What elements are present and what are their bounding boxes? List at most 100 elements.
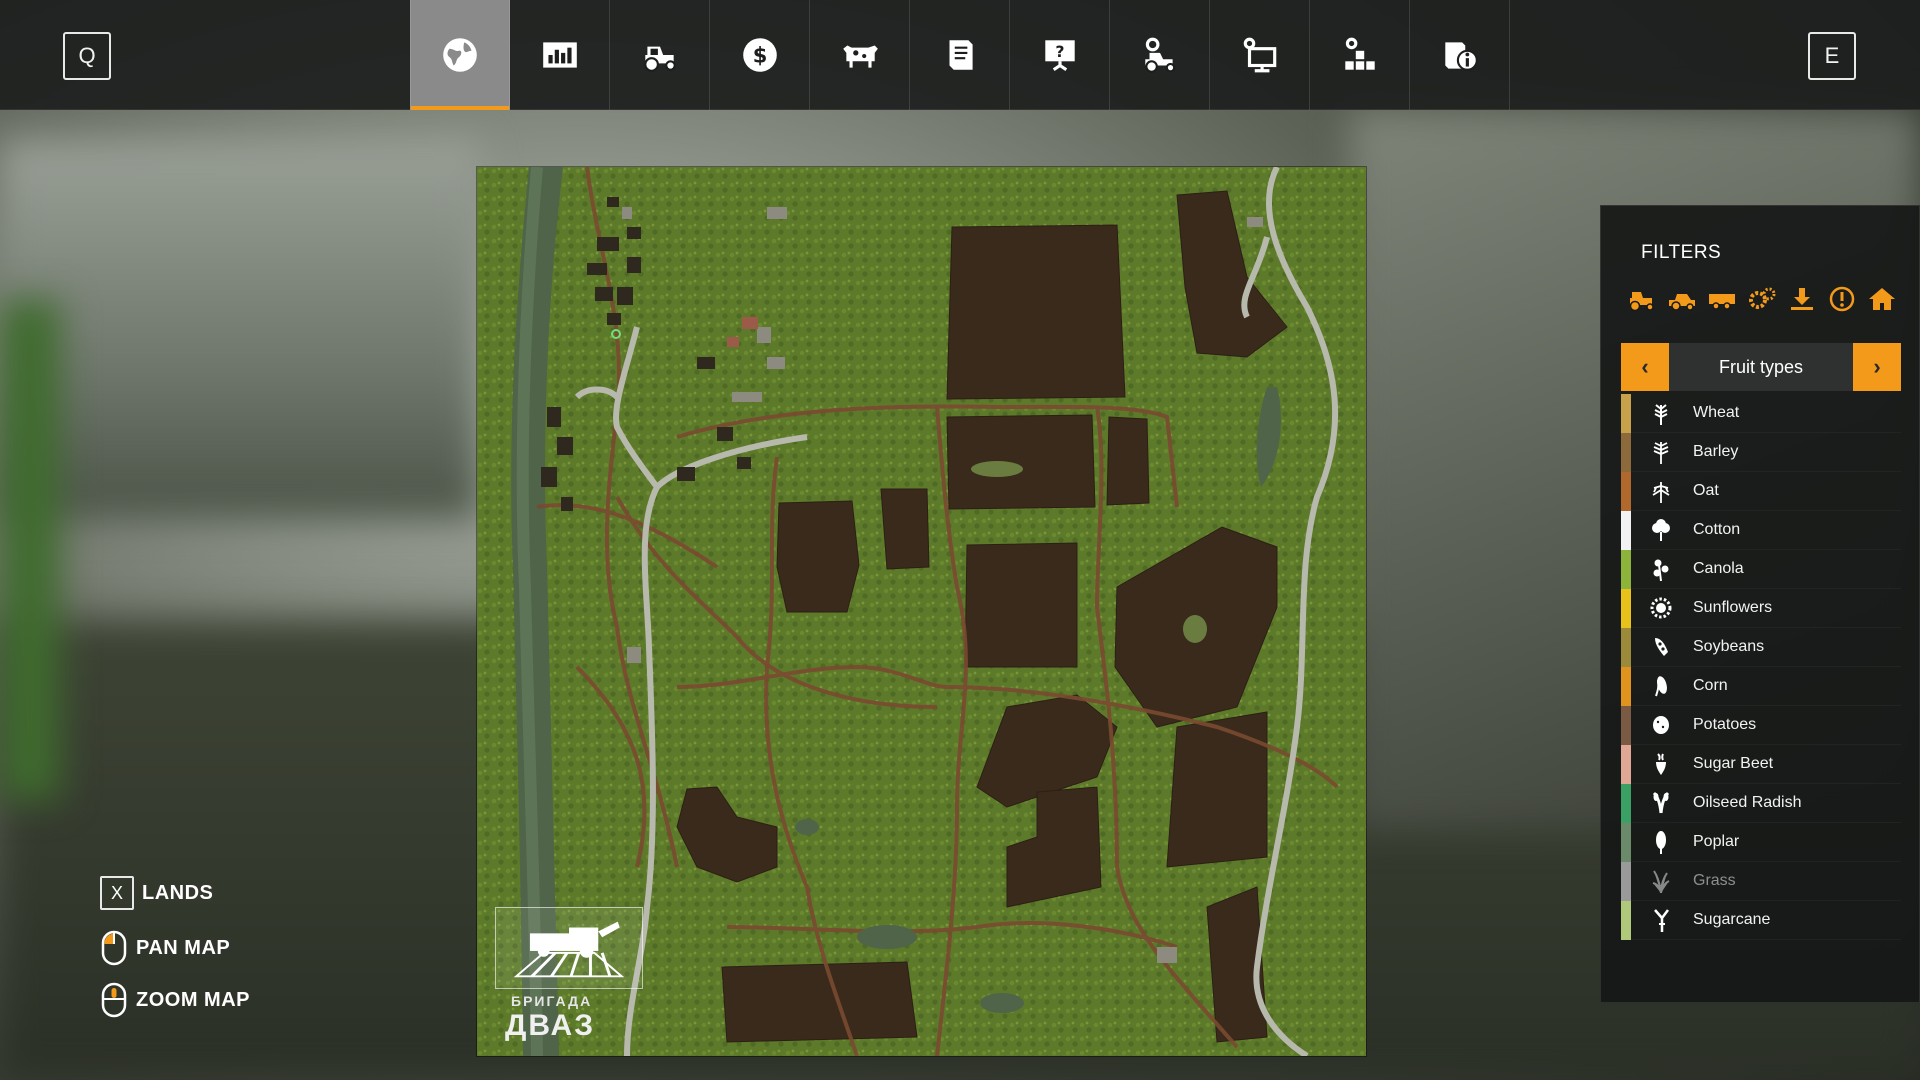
tab-vehicle-settings[interactable] [1110, 0, 1210, 110]
list-item[interactable]: Grass [1621, 861, 1901, 901]
top-navigation-bar: Q $ ? E [0, 0, 1920, 110]
color-swatch [1621, 705, 1631, 745]
background-barn-left [0, 140, 480, 520]
sugarcane-icon [1649, 908, 1673, 932]
color-swatch [1621, 432, 1631, 472]
cow-icon [842, 45, 878, 68]
filter-tractor[interactable] [1625, 284, 1659, 314]
farm-map[interactable]: БРИГАДА ДВАЗ [477, 167, 1366, 1056]
list-item[interactable]: Potatoes [1621, 705, 1901, 745]
tools-icon [1749, 287, 1776, 309]
wheat-icon [1649, 401, 1673, 425]
computer-settings-icon [1243, 37, 1276, 73]
list-item[interactable]: Sugar Beet [1621, 744, 1901, 784]
filter-tools[interactable] [1745, 284, 1779, 314]
list-item[interactable]: Oilseed Radish [1621, 783, 1901, 823]
svg-text:$: $ [752, 43, 767, 67]
list-item[interactable]: Sugarcane [1621, 900, 1901, 940]
field [946, 224, 1126, 400]
info-icon [1444, 42, 1478, 71]
download-icon [1791, 288, 1813, 310]
list-item[interactable]: Wheat [1621, 393, 1901, 433]
field [964, 542, 1078, 668]
filter-buildings[interactable] [1865, 284, 1899, 314]
background-tree [0, 300, 60, 800]
lands-control[interactable]: X LANDS [100, 876, 213, 910]
previous-page-key[interactable]: Q [63, 32, 111, 80]
grass-icon [1649, 869, 1673, 893]
barley-icon [1649, 440, 1673, 464]
logo-text-top: БРИГАДА [511, 993, 593, 1009]
list-item[interactable]: Cotton [1621, 510, 1901, 550]
zoom-map-control: ZOOM MAP [100, 982, 250, 1018]
svg-text:?: ? [1055, 42, 1064, 61]
sugarbeet-icon [1649, 752, 1673, 776]
tab-general-settings[interactable] [1210, 0, 1310, 110]
list-item[interactable]: Sunflowers [1621, 588, 1901, 628]
fruit-name: Canola [1693, 560, 1744, 577]
color-swatch [1621, 783, 1631, 823]
color-swatch [1621, 510, 1631, 550]
map-logo [495, 907, 643, 989]
tab-vehicles[interactable] [610, 0, 710, 110]
list-item[interactable]: Poplar [1621, 822, 1901, 862]
mouse-wheel-icon [100, 982, 128, 1018]
filter-selling[interactable] [1785, 284, 1819, 314]
lands-key: X [100, 876, 134, 910]
tab-help[interactable]: ? [1010, 0, 1110, 110]
money-icon: $ [742, 38, 777, 72]
globe-icon [443, 38, 477, 72]
fruit-name: Sunflowers [1693, 599, 1773, 616]
tab-statistics[interactable] [510, 0, 610, 110]
mouse-left-click-icon [100, 930, 128, 966]
fruit-name: Oat [1693, 482, 1719, 499]
filter-harvester[interactable] [1665, 284, 1699, 314]
tractor-icon [1629, 292, 1654, 312]
fruit-name: Oilseed Radish [1693, 794, 1802, 811]
filter-category-icons [1625, 284, 1899, 314]
selector-next-button[interactable]: › [1853, 343, 1901, 391]
list-item[interactable]: Corn [1621, 666, 1901, 706]
next-page-key[interactable]: E [1808, 32, 1856, 80]
contracts-icon [949, 40, 973, 70]
tab-contracts[interactable] [910, 0, 1010, 110]
fruit-name: Sugar Beet [1693, 755, 1774, 772]
list-item[interactable]: Soybeans [1621, 627, 1901, 667]
filter-warnings[interactable] [1825, 284, 1859, 314]
tab-map[interactable] [410, 0, 510, 110]
list-item[interactable]: Barley [1621, 432, 1901, 472]
fruit-name: Cotton [1693, 521, 1741, 538]
list-item[interactable]: Oat [1621, 471, 1901, 511]
filters-panel: FILTERS ‹ Fruit types › Wheat Barley Oat… [1600, 205, 1920, 1003]
fruit-name: Grass [1693, 872, 1736, 889]
color-swatch [1621, 471, 1631, 511]
tab-animals[interactable] [810, 0, 910, 110]
color-swatch [1621, 822, 1631, 862]
field [776, 500, 860, 613]
logo-text-bottom: ДВАЗ [505, 1009, 596, 1042]
zoom-map-label: ZOOM MAP [136, 988, 250, 1011]
tab-production[interactable] [1310, 0, 1410, 110]
fruit-name: Barley [1693, 443, 1739, 460]
canola-icon [1649, 557, 1673, 581]
fruit-name: Potatoes [1693, 716, 1757, 733]
corn-icon [1649, 674, 1673, 698]
vehicle-settings-icon [1144, 37, 1175, 73]
help-presentation-icon: ? [1044, 40, 1075, 72]
color-swatch [1621, 900, 1631, 940]
warning-icon [1829, 286, 1855, 312]
list-item[interactable]: Canola [1621, 549, 1901, 589]
color-swatch [1621, 393, 1631, 433]
poplar-icon [1649, 830, 1673, 854]
pan-map-control: PAN MAP [100, 930, 230, 966]
filter-trailer[interactable] [1705, 284, 1739, 314]
lands-label: LANDS [142, 881, 214, 904]
tab-finances[interactable]: $ [710, 0, 810, 110]
filters-title: FILTERS [1641, 242, 1722, 263]
radish-icon [1649, 791, 1673, 815]
selector-prev-button[interactable]: ‹ [1621, 343, 1669, 391]
color-swatch [1621, 627, 1631, 667]
cotton-icon [1649, 518, 1673, 542]
tab-info[interactable] [1410, 0, 1510, 110]
color-swatch [1621, 861, 1631, 901]
